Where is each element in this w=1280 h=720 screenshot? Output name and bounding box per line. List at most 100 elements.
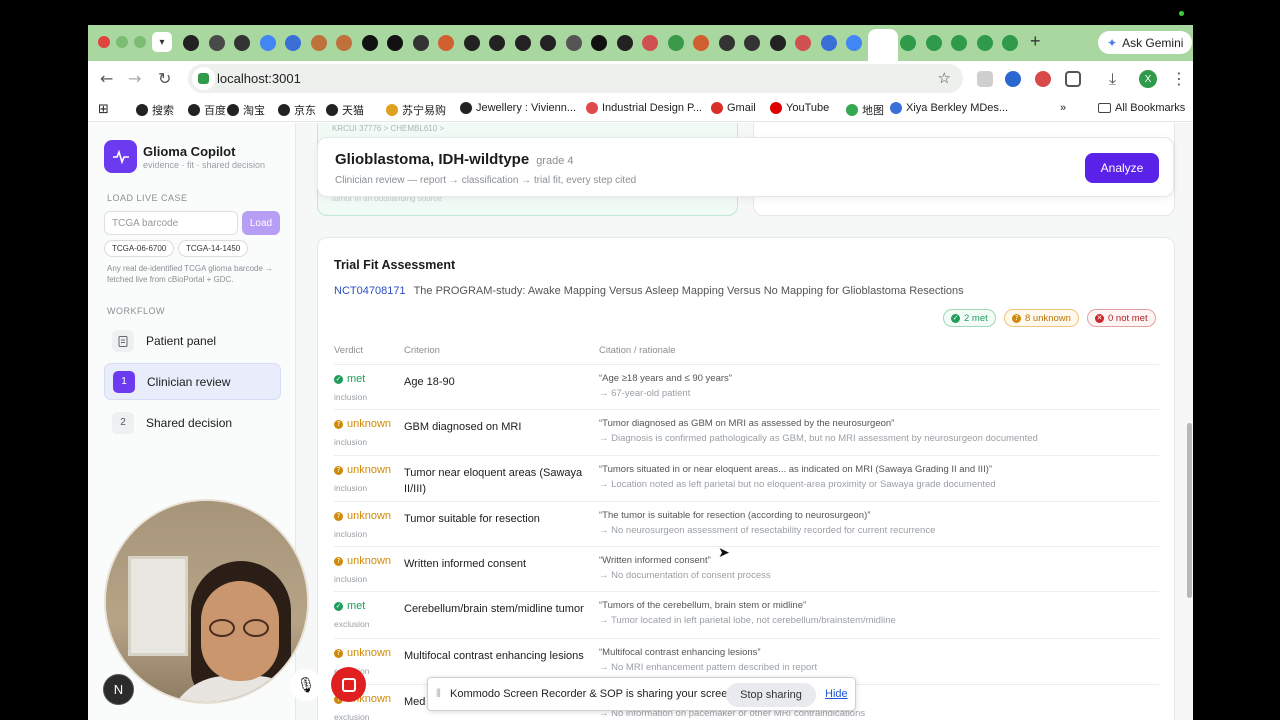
- tab-icon[interactable]: [795, 35, 811, 51]
- rationale-text: → No MRI enhancement pattern described i…: [599, 662, 818, 673]
- app-subtitle: evidence · fit · shared decision: [143, 160, 266, 170]
- all-bookmarks[interactable]: All Bookmarks: [1098, 102, 1185, 114]
- tab-icon[interactable]: [336, 35, 352, 51]
- maximize-window-button[interactable]: [134, 36, 146, 48]
- barcode-input[interactable]: [104, 211, 238, 235]
- github-icon[interactable]: [183, 35, 199, 51]
- bookmark-favicon-icon: [278, 104, 290, 116]
- tab-icon[interactable]: [412, 35, 429, 51]
- reload-icon[interactable]: ↻: [158, 69, 171, 88]
- tab-icon[interactable]: [565, 35, 582, 51]
- tab-icon[interactable]: [234, 35, 250, 51]
- tab-icon[interactable]: [540, 35, 556, 51]
- table-row: ? unknown inclusion Tumor near eloquent are…: [334, 455, 1159, 501]
- bookmark-item[interactable]: YouTube: [770, 102, 829, 114]
- tab-icon[interactable]: [976, 35, 993, 51]
- puzzle-extensions-icon[interactable]: [1065, 71, 1081, 87]
- verdict: ? unknown: [334, 647, 391, 659]
- tab-icon[interactable]: [1002, 35, 1018, 51]
- webcam-bubble[interactable]: [104, 499, 309, 704]
- bookmark-item[interactable]: 地图: [846, 102, 884, 118]
- tab-icon[interactable]: [514, 35, 531, 51]
- tab-icon[interactable]: [591, 35, 607, 51]
- url-text[interactable]: localhost:3001: [217, 71, 301, 86]
- n-avatar-button[interactable]: N: [103, 674, 134, 705]
- criterion-text: Tumor suitable for resection: [404, 513, 540, 525]
- analyze-button[interactable]: Analyze: [1085, 153, 1159, 183]
- hide-link[interactable]: Hide: [825, 688, 848, 700]
- profile-avatar[interactable]: X: [1139, 70, 1157, 88]
- asterisk-icon[interactable]: [693, 35, 709, 51]
- active-tab[interactable]: [868, 29, 898, 61]
- microphone-icon[interactable]: 🎙: [290, 669, 322, 701]
- extension-icon[interactable]: [977, 71, 993, 87]
- menu-kebab-icon[interactable]: ⋮: [1171, 69, 1187, 88]
- bookmark-item[interactable]: 淘宝: [227, 102, 265, 118]
- close-window-button[interactable]: [98, 36, 110, 48]
- load-button[interactable]: Load: [242, 211, 280, 235]
- question-icon: ?: [1012, 313, 1021, 323]
- github-icon[interactable]: [769, 35, 786, 51]
- tab-icon[interactable]: [387, 35, 403, 51]
- workflow-item-patient-panel[interactable]: Patient panel: [104, 322, 281, 359]
- tab-icon[interactable]: [900, 35, 916, 51]
- workflow-item-clinician-review[interactable]: 1 Clinician review: [104, 363, 281, 400]
- chrome-icon[interactable]: [208, 35, 225, 51]
- bookmark-item[interactable]: 苏宁易购: [386, 102, 446, 118]
- address-bar[interactable]: localhost:3001 ☆: [188, 64, 963, 93]
- download-icon[interactable]: ⤓: [1109, 69, 1116, 89]
- site-info-icon[interactable]: [192, 67, 215, 90]
- google-icon[interactable]: [846, 35, 862, 51]
- bookmark-item[interactable]: Industrial Design P...: [586, 102, 702, 114]
- page-scrollbar[interactable]: [1187, 423, 1192, 598]
- extension-icon[interactable]: [1005, 71, 1021, 87]
- github-icon[interactable]: [616, 35, 633, 51]
- new-tab-plus-icon[interactable]: +: [1030, 31, 1041, 52]
- drag-handle-icon[interactable]: ⦀: [436, 688, 441, 701]
- citation-quote: “The tumor is suitable for resection (ac…: [599, 510, 871, 521]
- rationale-text: → Tumor located in left parietal lobe, n…: [599, 615, 896, 626]
- google-icon[interactable]: [259, 35, 276, 51]
- bookmark-item[interactable]: 京东: [278, 102, 316, 118]
- citation-quote: “Age ≥18 years and ≤ 90 years”: [599, 373, 732, 384]
- tab-icon[interactable]: [285, 35, 301, 51]
- workflow-item-shared-decision[interactable]: 2 Shared decision: [104, 404, 281, 441]
- trial-name: The PROGRAM-study: Awake Mapping Versus …: [413, 285, 964, 297]
- docs-icon[interactable]: [820, 35, 837, 51]
- tab-icon[interactable]: [925, 35, 942, 51]
- bookmark-item[interactable]: Xiya Berkley MDes...: [890, 102, 1008, 114]
- minimize-window-button[interactable]: [116, 36, 128, 48]
- bookmark-label: Gmail: [727, 102, 756, 114]
- tab-icon[interactable]: [718, 35, 735, 51]
- case-chip[interactable]: TCGA-06-6700: [104, 240, 175, 257]
- forward-arrow-icon[interactable]: →: [128, 69, 141, 88]
- tab-icon[interactable]: [744, 35, 760, 51]
- trial-fit-heading: Trial Fit Assessment: [334, 258, 456, 272]
- bookmark-item[interactable]: 百度: [188, 102, 226, 118]
- back-arrow-icon[interactable]: ←: [100, 69, 113, 88]
- apps-grid-icon[interactable]: ⊞: [98, 102, 109, 117]
- bookmark-item[interactable]: Gmail: [711, 102, 756, 114]
- tab-icon[interactable]: [642, 35, 658, 51]
- flag-extension-icon[interactable]: [1035, 71, 1051, 87]
- tab-icon[interactable]: [951, 35, 967, 51]
- table-row: ✓ met inclusion Age 18-90 “Age ≥18 years and…: [334, 364, 1159, 409]
- case-chip[interactable]: TCGA-14-1450: [178, 240, 249, 257]
- shield-icon[interactable]: [361, 35, 378, 51]
- nct-link[interactable]: NCT04708171: [334, 285, 406, 297]
- github-icon[interactable]: [463, 35, 480, 51]
- bookmark-item[interactable]: 天猫: [326, 102, 364, 118]
- ask-gemini-button[interactable]: ✦ Ask Gemini: [1098, 31, 1193, 54]
- bookmark-item[interactable]: Jewellery : Vivienn...: [460, 102, 576, 114]
- drive-icon[interactable]: [667, 35, 684, 51]
- bookmark-item[interactable]: 搜索: [136, 102, 174, 118]
- stop-sharing-button[interactable]: Stop sharing: [726, 683, 816, 707]
- bookmark-star-icon[interactable]: ☆: [938, 69, 951, 87]
- more-bookmarks-chevron-icon[interactable]: »: [1060, 102, 1066, 114]
- verdict-label: unknown: [347, 647, 392, 659]
- asterisk-icon[interactable]: [438, 35, 454, 51]
- stop-recording-button[interactable]: [331, 667, 366, 702]
- tab-search-chevron-icon[interactable]: ▾: [152, 32, 172, 52]
- tab-icon[interactable]: [489, 35, 505, 51]
- tab-icon[interactable]: [310, 35, 327, 51]
